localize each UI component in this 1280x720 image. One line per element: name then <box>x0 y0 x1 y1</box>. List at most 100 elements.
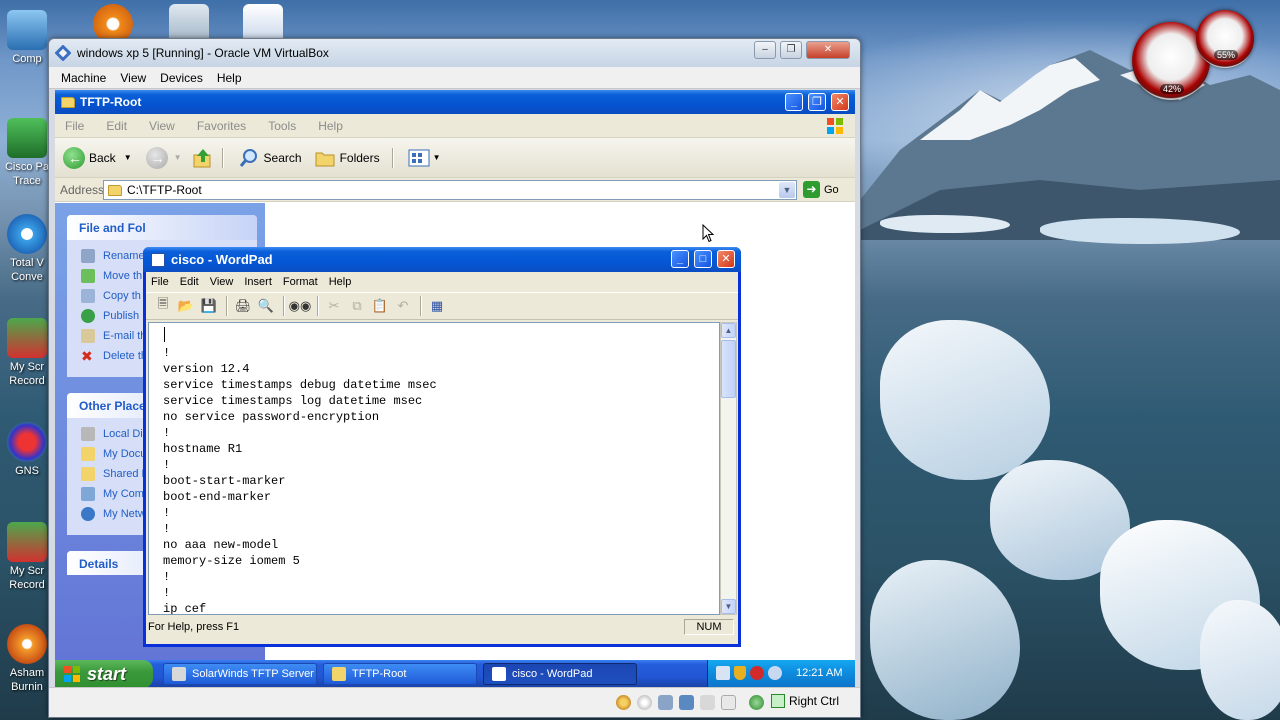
ice-block <box>870 560 1020 720</box>
explorer-menu-edit[interactable]: Edit <box>106 119 127 133</box>
document-line: boot-end-marker <box>163 490 272 504</box>
explorer-menu-view[interactable]: View <box>149 119 175 133</box>
guest-screen: TFTP-Root _ ❐ ✕ File Edit View Favorites… <box>55 90 855 688</box>
explorer-menu-file[interactable]: File <box>65 119 84 133</box>
vbox-restore-button[interactable]: ❐ <box>780 41 802 59</box>
save-button[interactable]: 💾 <box>200 297 218 315</box>
undo-button[interactable]: ↶ <box>394 297 412 315</box>
wordpad-minimize-button[interactable]: _ <box>671 250 689 268</box>
virtualbox-icon <box>55 45 71 61</box>
copy-button[interactable]: ⧉ <box>348 297 366 315</box>
shared-folder-status-icon[interactable] <box>700 695 715 710</box>
vertical-scrollbar[interactable]: ▲ ▼ <box>720 322 737 615</box>
taskbar-item-solarwinds[interactable]: SolarWinds TFTP Server <box>163 663 317 685</box>
explorer-close-button[interactable]: ✕ <box>831 93 849 111</box>
wordpad-menu-format[interactable]: Format <box>283 276 318 288</box>
address-value: C:\TFTP-Root <box>127 183 202 197</box>
my-network-icon <box>81 507 95 521</box>
host-key-icon <box>771 694 785 708</box>
explorer-menu-tools[interactable]: Tools <box>268 119 296 133</box>
host-key-indicator[interactable]: Right Ctrl <box>771 694 839 708</box>
search-button[interactable]: Search <box>238 147 302 169</box>
cut-button[interactable]: ✂ <box>325 297 343 315</box>
desktop-icon-screen-recorder-2[interactable]: My Scr Record <box>4 522 50 592</box>
explorer-toolbar: ← Back ▼ → ▼ Search Folders ▼ <box>55 138 855 178</box>
taskbar-item-wordpad[interactable]: cisco - WordPad <box>483 663 637 685</box>
print-button[interactable]: 🖨 <box>234 297 252 315</box>
wordpad-document[interactable]: ! version 12.4 service timestamps debug da… <box>148 322 720 615</box>
wordpad-menu-edit[interactable]: Edit <box>180 276 199 288</box>
taskbar-item-tftp-root[interactable]: TFTP-Root <box>323 663 477 685</box>
vbox-close-button[interactable]: ✕ <box>806 41 850 59</box>
vbox-menu-machine[interactable]: Machine <box>61 71 106 85</box>
back-button[interactable]: ← Back ▼ <box>63 146 132 169</box>
volume-tray-icon[interactable] <box>768 666 782 680</box>
scroll-down-button[interactable]: ▼ <box>721 599 736 614</box>
vbox-menu-devices[interactable]: Devices <box>160 71 203 85</box>
file-folder-tasks-header[interactable]: File and Fol <box>67 215 257 240</box>
packet-tracer-icon <box>7 118 47 158</box>
solarwinds-icon <box>172 667 186 681</box>
clock[interactable]: 12:21 AM <box>796 667 842 679</box>
forward-dropdown-icon[interactable]: ▼ <box>174 153 182 162</box>
desktop-icon-total-video-converter[interactable]: Total V Conve <box>4 214 50 284</box>
windows-flag-icon <box>64 666 80 682</box>
scroll-up-button[interactable]: ▲ <box>721 323 736 338</box>
explorer-restore-button[interactable]: ❐ <box>808 93 826 111</box>
start-button[interactable]: start <box>55 660 153 688</box>
wordpad-titlebar[interactable]: cisco - WordPad <box>143 247 741 272</box>
document-line: no aaa new-model <box>163 538 279 552</box>
forward-button[interactable]: → ▼ <box>145 146 182 169</box>
folders-button[interactable]: Folders <box>314 147 380 169</box>
shield-tray-icon[interactable] <box>734 666 746 680</box>
desktop-icon-screen-recorder[interactable]: My Scr Record <box>4 318 50 388</box>
open-folder-icon: 📂 <box>177 298 195 313</box>
explorer-titlebar[interactable]: TFTP-Root <box>55 90 855 114</box>
display-status-icon[interactable] <box>721 695 736 710</box>
open-button[interactable]: 📂 <box>177 297 195 315</box>
vbox-menu-view[interactable]: View <box>120 71 146 85</box>
optical-drive-status-icon[interactable] <box>637 695 652 710</box>
print-preview-button[interactable]: 🔍 <box>257 297 275 315</box>
toolbar-separator <box>283 296 285 316</box>
vbox-menubar: Machine View Devices Help <box>49 67 860 89</box>
desktop-icon-gns[interactable]: GNS <box>4 422 50 478</box>
back-dropdown-icon[interactable]: ▼ <box>124 153 132 162</box>
usb-status-icon[interactable] <box>658 695 673 710</box>
paste-button[interactable]: 📋 <box>371 297 389 315</box>
explorer-minimize-button[interactable]: _ <box>785 93 803 111</box>
up-folder-button[interactable] <box>192 147 214 169</box>
capture-status-icon[interactable] <box>749 695 764 710</box>
security-tray-icon[interactable] <box>750 666 764 680</box>
search-icon <box>239 148 257 167</box>
cpu-gauge-value: 42% <box>1160 84 1185 94</box>
copy-icon: ⧉ <box>352 298 362 313</box>
explorer-menu-favorites[interactable]: Favorites <box>197 119 246 133</box>
vbox-minimize-button[interactable]: – <box>754 41 776 59</box>
scrollbar-thumb[interactable] <box>721 340 736 398</box>
virtualbox-titlebar[interactable]: windows xp 5 [Running] - Oracle VM Virtu… <box>49 39 860 67</box>
address-input[interactable]: C:\TFTP-Root ▼ <box>103 180 797 200</box>
wordpad-menu-insert[interactable]: Insert <box>244 276 272 288</box>
wordpad-menu-help[interactable]: Help <box>329 276 352 288</box>
views-button[interactable]: ▼ <box>408 148 441 168</box>
address-dropdown-icon[interactable]: ▼ <box>779 182 795 198</box>
insert-datetime-button[interactable]: ▦ <box>428 297 446 315</box>
desktop-icon-computer[interactable]: Comp <box>4 10 50 66</box>
vbox-menu-help[interactable]: Help <box>217 71 242 85</box>
network-tray-icon[interactable] <box>716 666 730 680</box>
desktop-icon-cisco-packet-tracer[interactable]: Cisco Pa Trace <box>4 118 50 188</box>
hard-disk-status-icon[interactable] <box>616 695 631 710</box>
network-status-icon[interactable] <box>679 695 694 710</box>
document-line: hostname R1 <box>163 442 243 456</box>
document-line: ! <box>163 522 171 536</box>
wordpad-menu-file[interactable]: File <box>151 276 169 288</box>
wordpad-maximize-button[interactable]: □ <box>694 250 712 268</box>
wordpad-close-button[interactable]: ✕ <box>717 250 735 268</box>
explorer-menu-help[interactable]: Help <box>318 119 343 133</box>
desktop-icon-ashampoo-burning[interactable]: Asham Burnin <box>4 624 50 694</box>
find-button[interactable]: ◉◉ <box>289 297 312 315</box>
new-document-button[interactable]: 🗏 <box>154 296 172 315</box>
wordpad-menu-view[interactable]: View <box>210 276 234 288</box>
go-button[interactable]: ➜ Go <box>803 181 839 198</box>
